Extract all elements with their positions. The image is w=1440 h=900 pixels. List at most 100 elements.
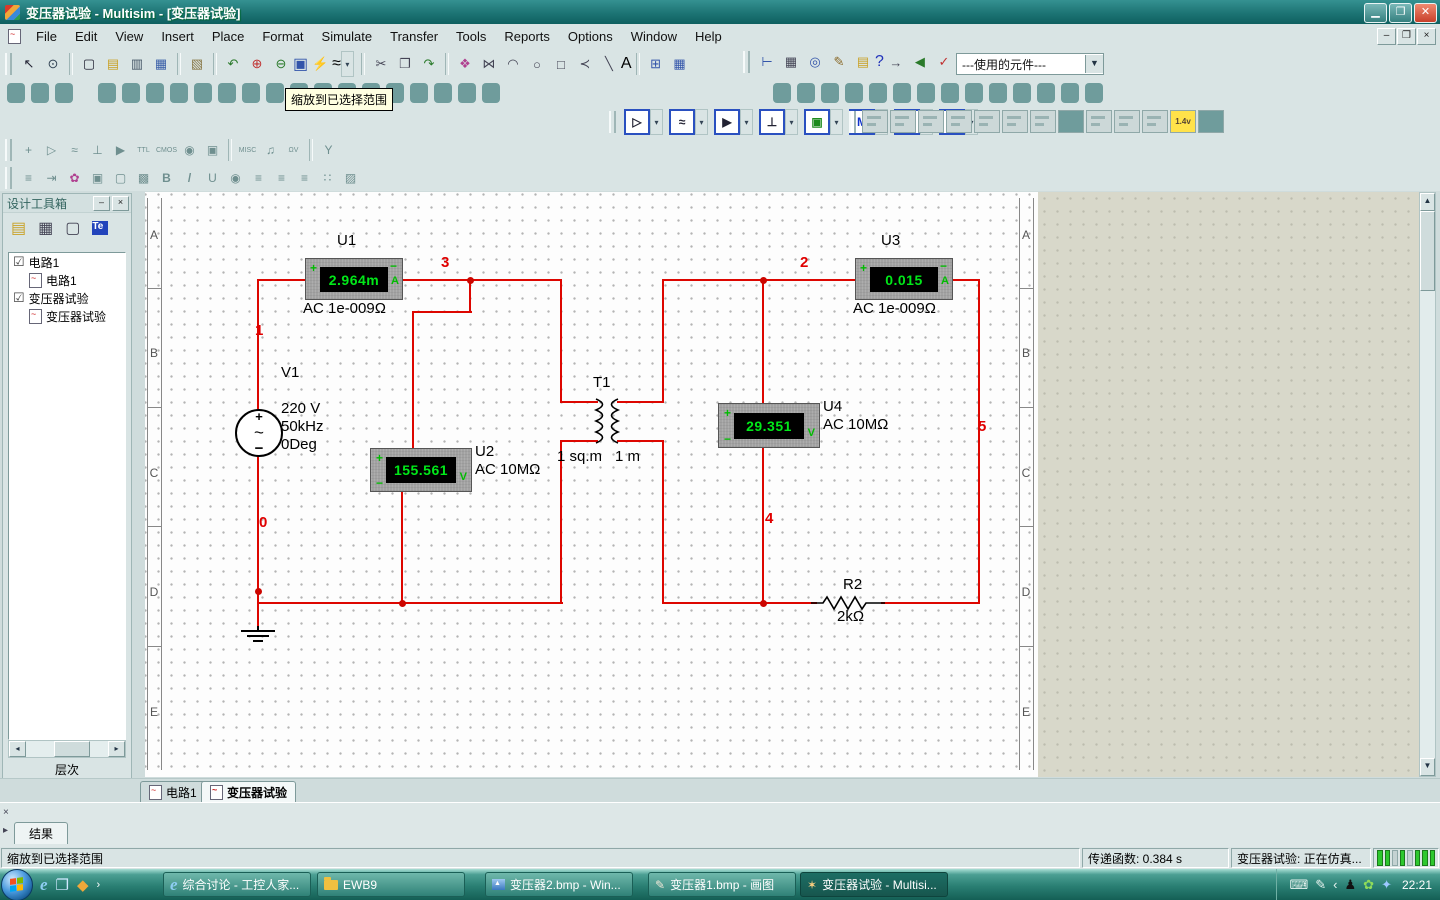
magnifier-icon[interactable]: ⊙ bbox=[42, 53, 64, 75]
wire[interactable] bbox=[978, 279, 980, 604]
agilent-multimeter-icon[interactable]: 1.4v bbox=[1170, 110, 1196, 133]
checkbox-icon[interactable]: ☑ bbox=[13, 254, 25, 270]
wire[interactable] bbox=[257, 279, 259, 411]
palette-icon[interactable]: ❖ bbox=[454, 53, 476, 75]
database-icon[interactable]: ◎ bbox=[804, 51, 826, 73]
digital-components-button[interactable]: ▣ bbox=[804, 109, 830, 135]
bode-plotter-icon[interactable] bbox=[1002, 110, 1028, 133]
tab-circuit1[interactable]: 电路1 bbox=[140, 781, 206, 802]
print-icon[interactable]: ▥ bbox=[126, 53, 148, 75]
taskbar-button-paint[interactable]: ✎ 变压器1.bmp - 画图 bbox=[648, 872, 796, 897]
graph-ruler-icon[interactable]: ✎ bbox=[828, 51, 850, 73]
open-design-icon[interactable]: ▤ bbox=[11, 218, 26, 238]
minimize-button[interactable]: ▁ bbox=[1364, 3, 1387, 23]
menu-simulate[interactable]: Simulate bbox=[313, 27, 382, 46]
logic-converter-icon[interactable] bbox=[1114, 110, 1140, 133]
wire[interactable] bbox=[469, 279, 471, 313]
scroll-right-icon[interactable]: ▸ bbox=[108, 741, 125, 757]
menu-place[interactable]: Place bbox=[203, 27, 254, 46]
wire[interactable] bbox=[662, 440, 664, 604]
menu-format[interactable]: Format bbox=[253, 27, 312, 46]
measurement-probe-icon[interactable] bbox=[1198, 110, 1224, 133]
wire[interactable] bbox=[257, 602, 563, 604]
text-icon[interactable]: A bbox=[621, 55, 632, 73]
menu-view[interactable]: View bbox=[106, 27, 152, 46]
show-desktop-icon[interactable]: ❐ bbox=[56, 876, 69, 894]
arc-icon[interactable]: ◠ bbox=[502, 53, 524, 75]
close-button[interactable]: ✕ bbox=[1414, 3, 1437, 23]
wire[interactable] bbox=[950, 279, 980, 281]
taskbar-button-forum[interactable]: e 综合讨论 - 工控人家... bbox=[163, 872, 311, 897]
tree-item-transformer-test[interactable]: ☑ 变压器试验 bbox=[9, 289, 125, 307]
rectangle-icon[interactable]: □ bbox=[550, 53, 572, 75]
run-simulation-icon[interactable]: ⚡ bbox=[309, 53, 331, 75]
iv-analyzer-icon[interactable] bbox=[1142, 110, 1168, 133]
ellipse-icon[interactable]: ○ bbox=[526, 53, 548, 75]
wire[interactable] bbox=[400, 279, 562, 281]
vertical-scrollbar[interactable]: ▲ ▼ bbox=[1419, 192, 1436, 777]
toolbox-scrollbar[interactable]: ◂ ▸ bbox=[8, 740, 126, 758]
open-file-icon[interactable]: ▤ bbox=[102, 53, 124, 75]
save-design-icon[interactable]: ▦ bbox=[38, 218, 53, 238]
ac-source-V1[interactable]: + ~ − bbox=[235, 409, 283, 457]
menu-options[interactable]: Options bbox=[559, 27, 622, 46]
grid-view-icon[interactable]: ▦ bbox=[669, 53, 691, 75]
cut-icon[interactable]: ✂ bbox=[370, 53, 392, 75]
wire[interactable] bbox=[762, 279, 764, 407]
hierarchy-tree-icon[interactable]: ⊢ bbox=[756, 51, 778, 73]
spreadsheet-icon[interactable]: ▦ bbox=[780, 51, 802, 73]
help-icon[interactable]: ? bbox=[875, 53, 884, 71]
ammeter-U1[interactable]: + − A 2.964m bbox=[305, 258, 403, 300]
panel-close-icon[interactable]: × bbox=[112, 196, 129, 211]
erc-check-icon[interactable]: ✓ bbox=[933, 51, 955, 73]
chevron-left-icon[interactable]: ‹ bbox=[1333, 877, 1337, 892]
basic-components-button[interactable]: ≈ bbox=[669, 109, 695, 135]
undo-icon[interactable]: ↶ bbox=[222, 53, 244, 75]
wire[interactable] bbox=[257, 279, 309, 281]
wire[interactable] bbox=[663, 602, 817, 604]
te-icon[interactable]: Te bbox=[92, 221, 108, 235]
checkbox-icon[interactable]: ☑ bbox=[13, 290, 25, 306]
scroll-up-icon[interactable]: ▲ bbox=[1420, 193, 1435, 211]
menu-file[interactable]: File bbox=[27, 27, 66, 46]
polygon-icon[interactable]: ⋈ bbox=[478, 53, 500, 75]
diode-dropdown-icon[interactable]: ▾ bbox=[740, 109, 753, 135]
back-annotate-icon[interactable]: ◀ bbox=[909, 51, 931, 73]
menu-window[interactable]: Window bbox=[622, 27, 686, 46]
new-file-icon[interactable]: ▢ bbox=[78, 53, 100, 75]
frequency-counter-icon[interactable] bbox=[1030, 110, 1056, 133]
scroll-thumb[interactable] bbox=[1420, 211, 1435, 291]
results-tab[interactable]: 结果 bbox=[14, 822, 68, 844]
taskbar-button-multisim[interactable]: ✶ 变压器试验 - Multisi... bbox=[800, 872, 948, 897]
oscilloscope-icon[interactable] bbox=[946, 110, 972, 133]
ammeter-U3[interactable]: + − A 0.015 bbox=[855, 258, 953, 300]
tab-transformer-test[interactable]: 变压器试验 bbox=[201, 781, 296, 802]
wattmeter-icon[interactable] bbox=[918, 110, 944, 133]
export-icon[interactable]: → bbox=[885, 51, 907, 73]
inuse-pointer-icon[interactable]: ↖ bbox=[18, 53, 40, 75]
line-icon[interactable]: ╲ bbox=[598, 53, 620, 75]
qq-tray-icon[interactable]: ♟ bbox=[1345, 877, 1357, 893]
diode-components-button[interactable]: ▶ bbox=[714, 109, 740, 135]
logic-analyzer-icon[interactable] bbox=[1086, 110, 1112, 133]
grapher-icon[interactable]: ≈ bbox=[332, 55, 341, 73]
schematic-canvas[interactable]: A B C D E A B C D E bbox=[145, 192, 1419, 777]
green-tray-icon[interactable]: ✿ bbox=[1363, 877, 1374, 893]
copy-icon[interactable]: ❐ bbox=[394, 53, 416, 75]
panel-minimize-icon[interactable]: – bbox=[93, 196, 110, 211]
transistor-components-button[interactable]: ⊥ bbox=[759, 109, 785, 135]
expand-results-icon[interactable]: ▸ bbox=[3, 825, 8, 836]
voltmeter-U4[interactable]: + − V 29.351 bbox=[718, 403, 820, 448]
document-edit-icon[interactable]: ▢ bbox=[65, 218, 80, 238]
in-use-list-combobox[interactable]: ---使用的元件--- ▼ bbox=[956, 53, 1104, 75]
menu-transfer[interactable]: Transfer bbox=[381, 27, 447, 46]
zoom-in-icon[interactable]: ⊕ bbox=[246, 53, 268, 75]
voltmeter-U2[interactable]: + − V 155.561 bbox=[370, 448, 472, 492]
combo-dropdown-icon[interactable]: ▼ bbox=[1085, 55, 1103, 73]
wire[interactable] bbox=[881, 602, 980, 604]
function-generator-icon[interactable] bbox=[890, 110, 916, 133]
maximize-button[interactable]: ❐ bbox=[1389, 3, 1412, 23]
start-button[interactable] bbox=[1, 869, 33, 900]
media-quicklaunch-icon[interactable]: ◆ bbox=[77, 876, 89, 894]
ground-symbol[interactable] bbox=[240, 626, 276, 644]
